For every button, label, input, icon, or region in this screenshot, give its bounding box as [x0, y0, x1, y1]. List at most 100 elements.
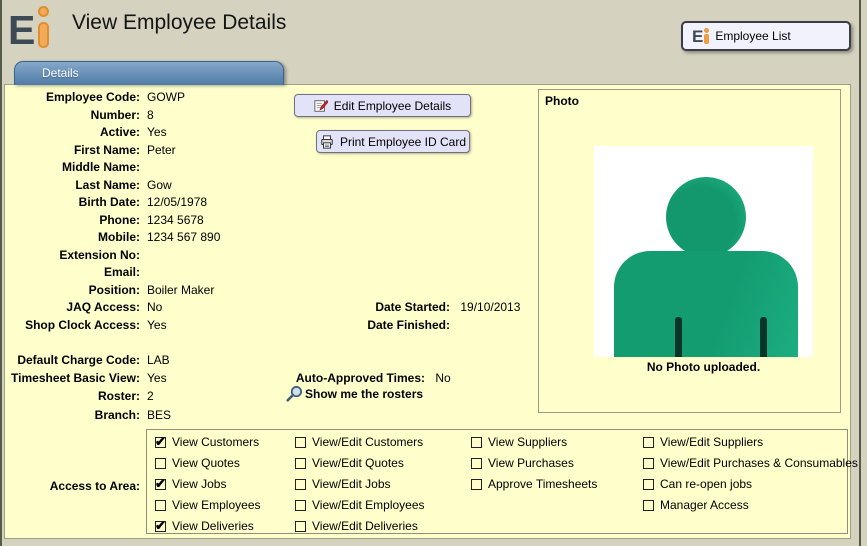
access-checkbox-item[interactable]: View Suppliers: [471, 435, 567, 449]
employee-list-button[interactable]: E Employee List: [681, 21, 851, 51]
magnifier-icon: [286, 385, 303, 402]
access-checkbox-item[interactable]: View Deliveries: [155, 519, 254, 533]
employee-list-button-label: Employee List: [715, 29, 790, 43]
field-row: Middle Name:: [5, 160, 147, 174]
access-checkbox-item[interactable]: View/Edit Suppliers: [643, 435, 763, 449]
field-value: Boiler Maker: [147, 283, 214, 297]
checkbox[interactable]: [155, 479, 166, 490]
checkbox-label: View Employees: [172, 498, 261, 512]
field-value: Yes: [147, 318, 167, 332]
field-label: Birth Date:: [5, 195, 140, 209]
checkbox[interactable]: [471, 458, 482, 469]
checkbox-label: View/Edit Deliveries: [312, 519, 418, 533]
checkbox[interactable]: [155, 521, 166, 532]
access-checkbox-item[interactable]: Manager Access: [643, 498, 749, 512]
field-label: Extension No:: [5, 248, 140, 262]
checkbox[interactable]: [471, 479, 482, 490]
checkbox[interactable]: [155, 437, 166, 448]
no-photo-text: No Photo uploaded.: [594, 360, 813, 374]
window-border-left: [0, 0, 2, 546]
edit-employee-details-button[interactable]: Edit Employee Details: [294, 94, 471, 117]
checkbox[interactable]: [295, 458, 306, 469]
show-rosters-label: Show me the rosters: [305, 387, 423, 401]
edit-button-label: Edit Employee Details: [334, 99, 451, 113]
checkbox-label: Can re-open jobs: [660, 477, 752, 491]
field-row: Email:: [5, 265, 147, 279]
field-label: Date Finished:: [330, 318, 450, 332]
field-label: Active:: [5, 125, 140, 139]
access-checkbox-item[interactable]: View Quotes: [155, 456, 240, 470]
field-row: Number: 8: [5, 108, 154, 122]
field-label: JAQ Access:: [5, 300, 140, 314]
checkbox[interactable]: [643, 479, 654, 490]
window-border-right: [859, 0, 861, 546]
logo-letter-i-icon: [37, 5, 50, 50]
field-value: 12/05/1978: [147, 195, 207, 209]
field-row: Roster: 2: [5, 389, 154, 403]
field-row: Branch:BES: [5, 408, 171, 422]
page-title: View Employee Details: [72, 11, 286, 35]
access-checkbox-item[interactable]: View/Edit Employees: [295, 498, 425, 512]
field-row: Employee Code:GOWP: [5, 90, 185, 104]
access-checkbox-item[interactable]: View/Edit Purchases & Consumables: [643, 456, 858, 470]
field-row: Default Charge Code:LAB: [5, 353, 170, 367]
access-checkbox-item[interactable]: View/Edit Deliveries: [295, 519, 418, 533]
checkbox[interactable]: [295, 479, 306, 490]
edit-icon: [314, 99, 328, 113]
field-label: Employee Code:: [5, 90, 140, 104]
access-checkbox-item[interactable]: Can re-open jobs: [643, 477, 752, 491]
checkbox[interactable]: [295, 437, 306, 448]
show-rosters-link[interactable]: Show me the rosters: [286, 385, 423, 402]
checkbox[interactable]: [643, 458, 654, 469]
field-label: Shop Clock Access:: [5, 318, 140, 332]
checkbox-label: View Deliveries: [172, 519, 254, 533]
field-value: No: [435, 371, 450, 385]
access-checkbox-item[interactable]: View/Edit Quotes: [295, 456, 404, 470]
field-value: Peter: [147, 143, 176, 157]
person-body-shape: [614, 251, 798, 357]
field-label: Timesheet Basic View:: [5, 371, 140, 385]
field-value: Yes: [147, 371, 167, 385]
access-checkbox-item[interactable]: View Purchases: [471, 456, 574, 470]
checkbox[interactable]: [155, 500, 166, 511]
field-row: Access to Area:: [5, 479, 140, 493]
field-row: JAQ Access: No: [5, 300, 162, 314]
checkbox[interactable]: [643, 500, 654, 511]
access-checkbox-item[interactable]: View/Edit Jobs: [295, 477, 391, 491]
access-checkbox-item[interactable]: View Jobs: [155, 477, 226, 491]
access-checkbox-item[interactable]: View Customers: [155, 435, 259, 449]
field-value: No: [147, 300, 162, 314]
field-value: Yes: [147, 125, 167, 139]
access-to-area-label: Access to Area:: [5, 479, 140, 493]
field-row: Position:Boiler Maker: [5, 283, 214, 297]
checkbox-label: View/Edit Quotes: [312, 456, 404, 470]
checkbox-label: View Quotes: [172, 456, 240, 470]
checkbox[interactable]: [295, 500, 306, 511]
employee-list-logo-icon: E: [692, 28, 710, 45]
field-label: Default Charge Code:: [5, 353, 140, 367]
checkbox[interactable]: [471, 437, 482, 448]
field-row: Shop Clock Access: Yes: [5, 318, 167, 332]
field-label: Number:: [5, 108, 140, 122]
field-label: Roster:: [5, 389, 140, 403]
checkbox[interactable]: [643, 437, 654, 448]
access-checkbox-item[interactable]: View/Edit Customers: [295, 435, 423, 449]
checkbox-label: Approve Timesheets: [488, 477, 597, 491]
print-employee-id-card-button[interactable]: Print Employee ID Card: [316, 130, 470, 153]
checkbox[interactable]: [295, 521, 306, 532]
field-value: 2: [147, 389, 154, 403]
field-value: Gow: [147, 178, 172, 192]
photo-label: Photo: [545, 94, 579, 108]
checkbox[interactable]: [155, 458, 166, 469]
field-label: Phone:: [5, 213, 140, 227]
field-row: Mobile:1234 567 890: [5, 230, 220, 244]
placeholder-person-image: [594, 146, 813, 357]
field-value: 8: [147, 108, 154, 122]
access-checkbox-item[interactable]: Approve Timesheets: [471, 477, 597, 491]
tab-details[interactable]: Details: [14, 61, 284, 85]
person-head-shape: [666, 177, 746, 257]
field-label: Last Name:: [5, 178, 140, 192]
access-checkbox-item[interactable]: View Employees: [155, 498, 261, 512]
printer-icon: [320, 135, 334, 149]
details-panel: Employee Code:GOWP Number:8 Active:Yes F…: [4, 84, 851, 539]
